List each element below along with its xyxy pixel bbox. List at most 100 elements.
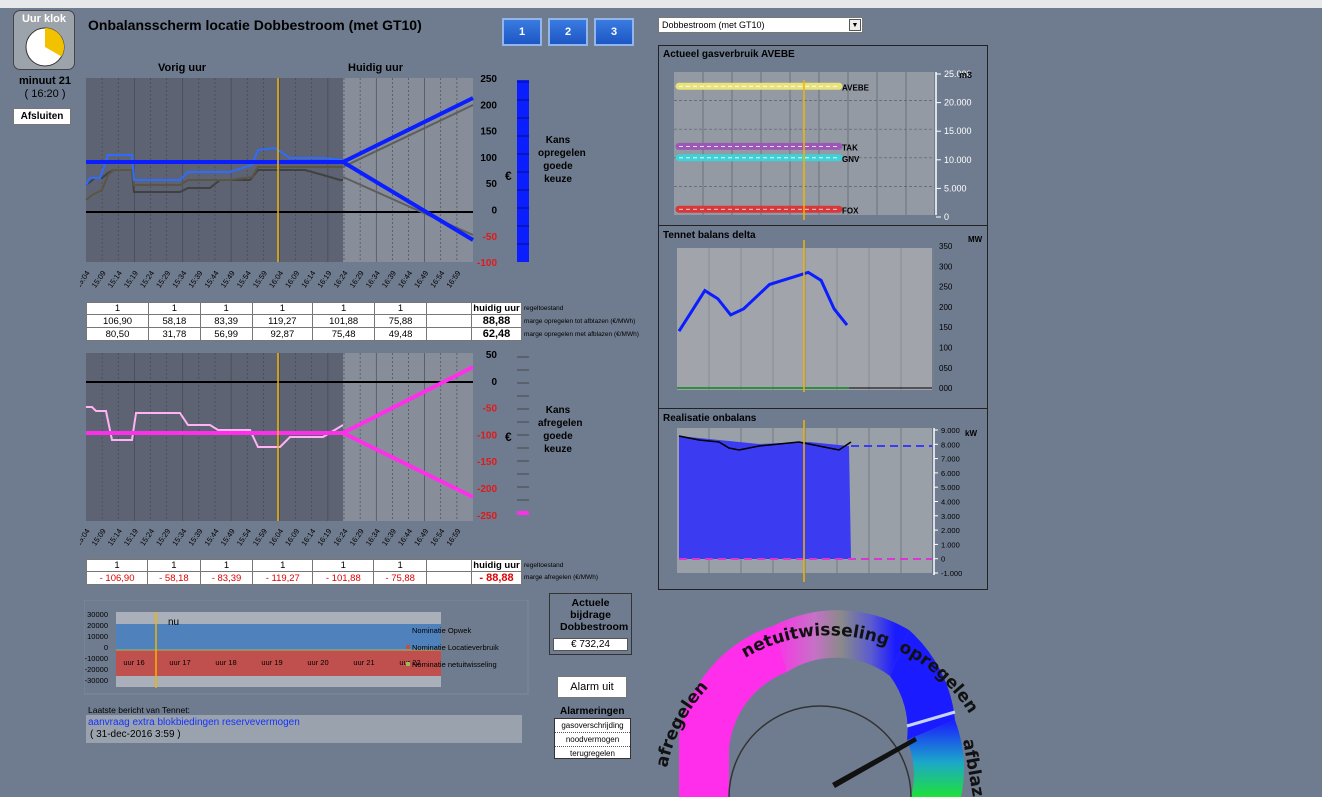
opregelen-side-label: Kans opregelen goede keuze xyxy=(538,134,586,186)
realisatie-chart: 9.000 8.000 7.000 6.000 5.000 4.000 3.000 2.000… xyxy=(677,420,962,582)
x-tick-label: 15:09 xyxy=(90,269,108,290)
x-tick-label: 15:24 xyxy=(138,269,156,290)
tennet-chart: 350 300 250 200 150 100 050 000 xyxy=(677,240,953,393)
x-tick-label: 16:44 xyxy=(396,269,414,290)
y-tick-label: -100 xyxy=(477,258,497,269)
legend-swatch xyxy=(406,645,410,649)
side-label-line: keuze xyxy=(544,444,572,455)
y-tick-label: -150 xyxy=(477,457,497,468)
x-tick-label: 15:59 xyxy=(251,269,269,290)
hour-label: uur 17 xyxy=(169,658,190,667)
x-tick-label: 15:24 xyxy=(138,527,156,548)
table-cell: 119,27 xyxy=(251,314,314,328)
x-tick-label: 15:29 xyxy=(154,527,172,548)
y-tick-label: 3.000 xyxy=(941,512,960,521)
table-cell: - 119,27 xyxy=(252,571,314,585)
table-cell: - 75,88 xyxy=(373,571,427,585)
table-cell: 83,39 xyxy=(199,314,253,328)
table-row: 1 1 1 1 1 1 huidig uur xyxy=(85,559,522,572)
chart2-unit: € xyxy=(505,430,512,444)
alarm-off-button[interactable]: Alarm uit xyxy=(557,676,627,698)
y-tick-label: 7.000 xyxy=(941,455,960,464)
y-tick-label: 0 xyxy=(944,212,949,222)
afregelen-side-label: Kans afregelen goede keuze xyxy=(538,404,582,456)
y-tick-label: 100 xyxy=(480,153,497,164)
x-tick-label: 15:09 xyxy=(90,527,108,548)
hour-label: uur 20 xyxy=(307,658,328,667)
contribution-value: € 732,24 xyxy=(553,638,628,651)
table-cell: 1 xyxy=(373,559,427,572)
now-label: nu xyxy=(168,617,179,628)
x-tick-label: 16:04 xyxy=(267,269,285,290)
x-tick-label: 15:04 xyxy=(80,269,92,290)
y-tick-label: -250 xyxy=(477,511,497,522)
y-tick-label: 50 xyxy=(486,179,498,190)
y-tick-label: -50 xyxy=(483,232,498,243)
table-cell: 1 xyxy=(85,559,149,572)
afregelen-chart: 50 0 -50 -100 -150 -200 -250 € 15:0415:0915:14… xyxy=(80,350,529,548)
x-tick-label: 16:29 xyxy=(348,527,366,548)
contribution-box: Actuele bijdrage Dobbestroom € 732,24 xyxy=(549,593,632,655)
side-label-line: goede xyxy=(543,431,573,442)
opregelen-table: 1 1 1 1 1 1 huidig uur 106,90 58,18 83,39 119,27 1… xyxy=(86,302,522,341)
page-button-3[interactable]: 3 xyxy=(594,18,634,46)
afregelen-table: 1 1 1 1 1 1 huidig uur - 106,90- 58,18- 83,39-… xyxy=(85,559,522,585)
table-cell: 1 xyxy=(199,302,253,315)
table-cell: - 101,88 xyxy=(312,571,375,585)
balance-gauge: afregelen netuitwisseling opregelen afbl… xyxy=(655,610,985,797)
y-tick-label: 1.000 xyxy=(941,540,960,549)
x-tick-label: 15:34 xyxy=(170,527,188,548)
x-tick-label: 15:54 xyxy=(235,527,253,548)
realisatie-area xyxy=(679,436,851,559)
gas-unit: m3 xyxy=(959,70,972,80)
y-tick-label: 10.000 xyxy=(944,155,972,165)
chevron-down-icon[interactable]: ▼ xyxy=(849,19,861,31)
y-tick-label: 0 xyxy=(491,377,497,388)
tennet-message-text: aanvraag extra blokbiedingen reserveverm… xyxy=(88,717,300,728)
x-tick-label: 16:34 xyxy=(364,269,382,290)
y-tick-label: 0 xyxy=(941,555,945,564)
x-tick-label: 16:59 xyxy=(444,527,462,548)
table-cell: 75,88 xyxy=(374,314,427,328)
page-button-1[interactable]: 1 xyxy=(502,18,542,46)
y-tick-label: 250 xyxy=(939,283,953,292)
y-tick-label: 15.000 xyxy=(944,126,972,136)
side-label-line: keuze xyxy=(544,174,572,185)
row-label: regeltoestand xyxy=(524,562,564,569)
table-cell xyxy=(426,302,472,315)
table-cell: 1 xyxy=(312,302,376,315)
legend-swatch xyxy=(406,628,410,632)
location-select[interactable]: Dobbestroom (met GT10) ▼ xyxy=(658,17,863,33)
y-tick-label: 8.000 xyxy=(941,440,960,449)
row-label: marge afregelen (€/MWh) xyxy=(524,574,599,581)
side-label-line: goede xyxy=(543,161,573,172)
clock-dial xyxy=(25,27,65,67)
alarm-item: terugregelen xyxy=(570,749,615,758)
clock-time: ( 16:20 ) xyxy=(24,88,66,100)
table-cell: 1 xyxy=(86,302,149,315)
table-cell: 56,99 xyxy=(199,327,253,341)
x-tick-label: 16:19 xyxy=(315,269,333,290)
page-button-2[interactable]: 2 xyxy=(548,18,588,46)
y-tick-label: 0 xyxy=(104,643,108,652)
x-tick-label: 15:49 xyxy=(219,527,237,548)
x-tick-label: 16:39 xyxy=(380,527,398,548)
legend-swatch xyxy=(406,662,410,666)
legend-label: Nominatie Locatieverbruik xyxy=(412,643,499,652)
table-cell xyxy=(426,559,472,572)
tennet-message-box: aanvraag extra blokbiedingen reserveverm… xyxy=(86,715,522,743)
y-tick-label: 30000 xyxy=(87,610,108,619)
x-tick-label: 15:39 xyxy=(186,269,204,290)
y-tick-label: 50 xyxy=(486,350,498,361)
hour-label: uur 19 xyxy=(261,658,282,667)
x-tick-label: 16:39 xyxy=(380,269,398,290)
y-tick-label: -100 xyxy=(477,430,497,441)
close-button[interactable]: Afsluiten xyxy=(13,108,71,125)
table-cell: 49,48 xyxy=(374,327,427,341)
row-label: regeltoestand xyxy=(524,305,564,312)
table-cell xyxy=(426,314,472,328)
row-label: marge opregelen tot afblazen (€/MWh) xyxy=(524,318,636,325)
pink-marker xyxy=(517,511,529,515)
y-tick-label: -50 xyxy=(483,404,498,415)
y-tick-label: 150 xyxy=(480,127,497,138)
